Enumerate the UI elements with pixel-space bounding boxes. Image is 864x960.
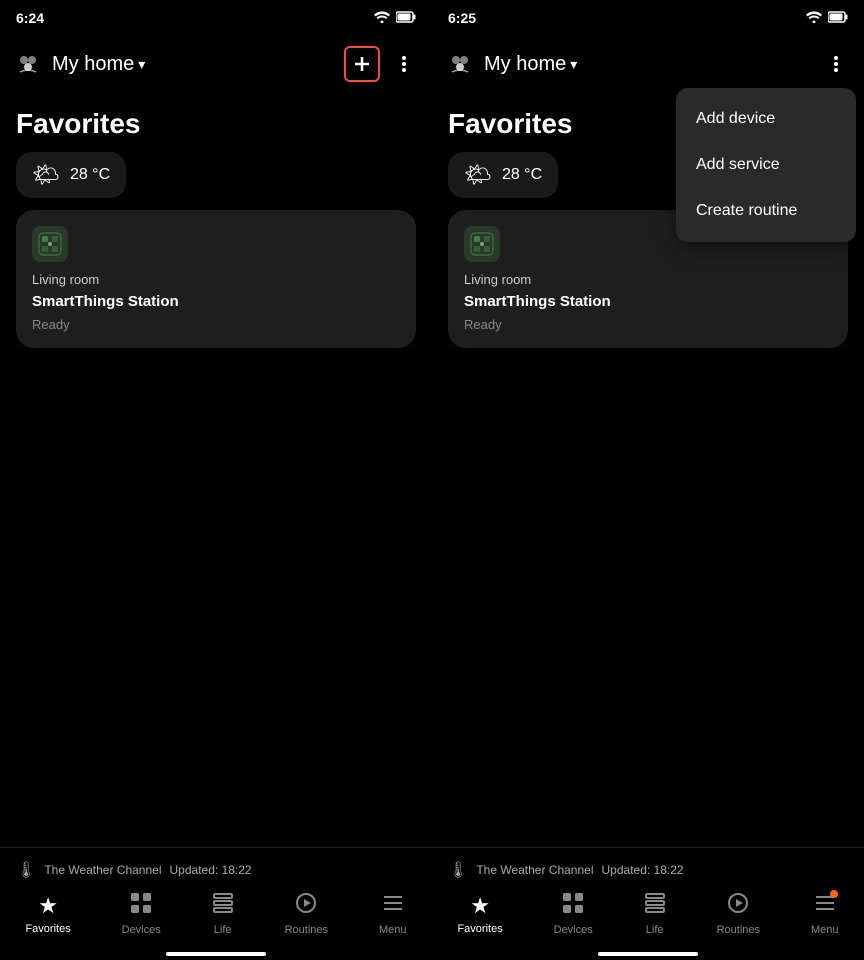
- add-device-menu-item[interactable]: Add device: [676, 96, 856, 142]
- right-star-icon: ★: [470, 893, 490, 919]
- left-channel-name: The Weather Channel: [44, 863, 161, 877]
- right-weather-card[interactable]: 🌤 28 °C: [448, 152, 558, 198]
- right-device-name: SmartThings Station: [464, 293, 832, 311]
- right-nav-routines[interactable]: Routines: [717, 892, 760, 936]
- right-status-bar: 6:25: [432, 0, 864, 36]
- left-weather-icon: 🌤: [32, 162, 60, 188]
- right-weather-temp: 28 °C: [502, 166, 542, 184]
- right-more-button[interactable]: [820, 48, 852, 80]
- left-home-indicator: [166, 952, 266, 956]
- right-nav-favorites[interactable]: ★ Favorites: [457, 893, 502, 935]
- right-nav-devices-label: Devices: [554, 924, 593, 936]
- right-nav-life[interactable]: Life: [644, 892, 666, 936]
- right-home-label: My home: [484, 53, 566, 76]
- left-nav-items: ★ Favorites Devices: [0, 888, 432, 948]
- left-nav-menu[interactable]: Menu: [379, 892, 407, 936]
- left-add-button[interactable]: [344, 46, 380, 82]
- left-nav-favorites[interactable]: ★ Favorites: [25, 893, 70, 935]
- right-dropdown-menu: Add device Add service Create routine: [676, 88, 856, 242]
- left-weather-temp: 28 °C: [70, 166, 110, 184]
- right-home-group-icon: [444, 48, 476, 80]
- left-nav-devices[interactable]: Devices: [122, 892, 161, 936]
- right-device-icon: [464, 226, 500, 262]
- left-menu-icon: [382, 892, 404, 920]
- left-panel: 6:24: [0, 0, 432, 960]
- right-nav-life-label: Life: [646, 924, 664, 936]
- right-menu-badge: [830, 890, 838, 898]
- right-wifi-icon: [806, 11, 822, 26]
- right-battery-icon: [828, 11, 848, 26]
- left-device-location: Living room: [32, 272, 400, 287]
- left-status-bar: 6:24: [0, 0, 432, 36]
- left-device-status: Ready: [32, 317, 400, 332]
- left-routines-icon: [295, 892, 317, 920]
- right-channel-icon: 🌡: [448, 860, 468, 880]
- left-nav-life-label: Life: [214, 924, 232, 936]
- right-home-indicator: [598, 952, 698, 956]
- right-home-selector[interactable]: My home ▾: [484, 53, 812, 76]
- left-nav-routines-label: Routines: [285, 924, 328, 936]
- left-chevron-icon: ▾: [138, 56, 145, 73]
- add-service-menu-item[interactable]: Add service: [676, 142, 856, 188]
- left-section-title: Favorites: [0, 92, 432, 152]
- create-routine-menu-item[interactable]: Create routine: [676, 188, 856, 234]
- right-top-bar: My home ▾: [432, 36, 864, 92]
- left-home-label: My home: [52, 53, 134, 76]
- right-bottom-nav: 🌡 The Weather Channel Updated: 18:22 ★ F…: [432, 847, 864, 960]
- left-updated-label: Updated: 18:22: [170, 863, 252, 877]
- left-nav-routines[interactable]: Routines: [285, 892, 328, 936]
- left-devices-icon: [130, 892, 152, 920]
- right-device-status: Ready: [464, 317, 832, 332]
- left-nav-favorites-label: Favorites: [25, 923, 70, 935]
- left-home-selector[interactable]: My home ▾: [52, 53, 336, 76]
- right-updated-label: Updated: 18:22: [602, 863, 684, 877]
- right-weather-icon: 🌤: [464, 162, 492, 188]
- left-weather-footer: 🌡 The Weather Channel Updated: 18:22: [0, 856, 432, 888]
- left-battery-icon: [396, 11, 416, 26]
- right-menu-icon: [814, 892, 836, 920]
- left-nav-menu-label: Menu: [379, 924, 407, 936]
- right-chevron-icon: ▾: [570, 56, 577, 73]
- left-channel-icon: 🌡: [16, 860, 36, 880]
- left-wifi-icon: [374, 11, 390, 26]
- right-status-icons: [806, 11, 848, 26]
- right-nav-menu-label: Menu: [811, 924, 839, 936]
- right-routines-icon: [727, 892, 749, 920]
- left-weather-card[interactable]: 🌤 28 °C: [16, 152, 126, 198]
- right-nav-routines-label: Routines: [717, 924, 760, 936]
- right-nav-devices[interactable]: Devices: [554, 892, 593, 936]
- right-nav-menu[interactable]: Menu: [811, 892, 839, 936]
- left-status-icons: [374, 11, 416, 26]
- left-top-bar: My home ▾: [0, 36, 432, 92]
- left-nav-devices-label: Devices: [122, 924, 161, 936]
- left-device-card[interactable]: Living room SmartThings Station Ready: [16, 210, 416, 348]
- left-device-icon: [32, 226, 68, 262]
- left-life-icon: [212, 892, 234, 920]
- right-device-location: Living room: [464, 272, 832, 287]
- right-devices-icon: [562, 892, 584, 920]
- left-more-button[interactable]: [388, 48, 420, 80]
- right-life-icon: [644, 892, 666, 920]
- left-home-group-icon: [12, 48, 44, 80]
- left-time: 6:24: [16, 10, 44, 26]
- left-device-name: SmartThings Station: [32, 293, 400, 311]
- right-channel-name: The Weather Channel: [476, 863, 593, 877]
- left-star-icon: ★: [38, 893, 58, 919]
- left-bottom-nav: 🌡 The Weather Channel Updated: 18:22 ★ F…: [0, 847, 432, 960]
- right-time: 6:25: [448, 10, 476, 26]
- left-nav-life[interactable]: Life: [212, 892, 234, 936]
- right-panel: 6:25: [432, 0, 864, 960]
- right-weather-footer: 🌡 The Weather Channel Updated: 18:22: [432, 856, 864, 888]
- right-nav-items: ★ Favorites Devices: [432, 888, 864, 948]
- right-nav-favorites-label: Favorites: [457, 923, 502, 935]
